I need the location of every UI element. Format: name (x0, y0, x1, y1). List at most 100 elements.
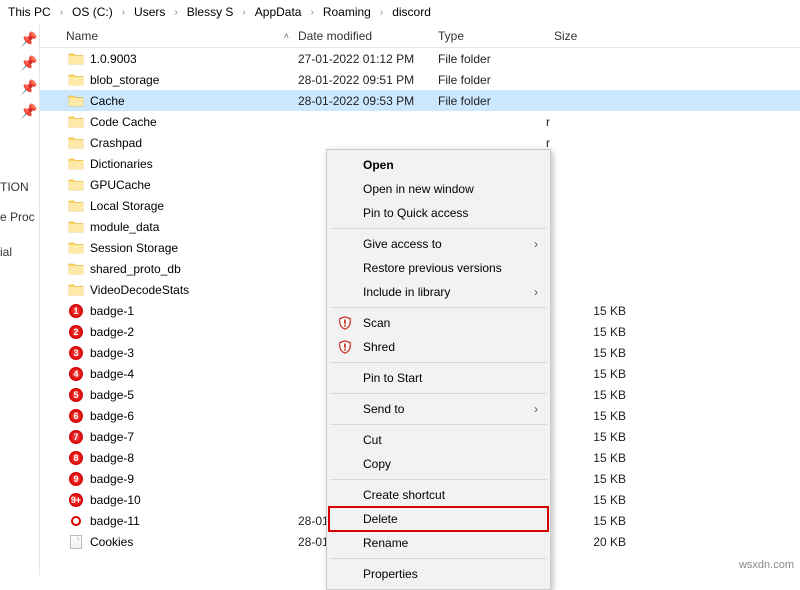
menu-separator (330, 558, 547, 559)
file-name: badge-8 (90, 451, 134, 465)
file-size: 15 KB (554, 304, 634, 318)
badge-icon: 8 (68, 450, 84, 466)
menu-separator (330, 307, 547, 308)
menu-separator (330, 479, 547, 480)
column-headers: Name˄ Date modified Type Size (40, 24, 800, 48)
quick-access-pins: 📌 📌 📌 📌 TION e Proc ial (0, 24, 40, 575)
menu-item-copy[interactable]: Copy (329, 452, 548, 476)
badge-icon: 7 (68, 429, 84, 445)
menu-item-label: Shred (363, 340, 395, 354)
pin-icon[interactable]: 📌 (25, 32, 39, 46)
context-menu: OpenOpen in new window Pin to Quick acces… (326, 149, 551, 590)
menu-item-include-in-library[interactable]: Include in library› (329, 280, 548, 304)
shield-icon (337, 315, 353, 331)
badge-icon: 1 (68, 303, 84, 319)
table-row[interactable]: Cache28-01-2022 09:53 PMFile folder (40, 90, 800, 111)
folder-icon (68, 51, 84, 67)
file-name: badge-11 (90, 514, 140, 528)
badge-icon: 2 (68, 324, 84, 340)
menu-item-open-in-new-window[interactable]: Open in new window (329, 177, 548, 201)
menu-item-label: Pin to Quick access (363, 206, 468, 220)
file-name: Crashpad (90, 136, 142, 150)
file-icon (68, 534, 84, 550)
pin-icon[interactable]: 📌 (25, 56, 39, 70)
table-row[interactable]: 1.0.9003 27-01-2022 01:12 PMFile folder (40, 48, 800, 69)
file-name: badge-1 (90, 304, 134, 318)
folder-icon (68, 93, 84, 109)
table-row[interactable]: Code Cacher (40, 111, 800, 132)
pin-icon[interactable]: 📌 (25, 104, 39, 118)
nav-text-fragment: ial (0, 245, 12, 259)
menu-item-give-access-to[interactable]: Give access to› (329, 232, 548, 256)
file-name: Dictionaries (90, 157, 153, 171)
folder-icon (68, 219, 84, 235)
folder-icon (68, 198, 84, 214)
folder-icon (68, 282, 84, 298)
column-size[interactable]: Size (554, 29, 634, 43)
folder-icon (68, 261, 84, 277)
menu-separator (330, 393, 547, 394)
column-type[interactable]: Type (438, 29, 554, 43)
menu-item-open[interactable]: Open (329, 153, 548, 177)
breadcrumb-segment[interactable]: This PC (6, 5, 53, 19)
chevron-right-icon: › (534, 402, 538, 416)
pin-icon[interactable]: 📌 (25, 80, 39, 94)
menu-item-label: Rename (363, 536, 408, 550)
menu-item-label: Send to (363, 402, 404, 416)
folder-icon (68, 156, 84, 172)
menu-item-cut[interactable]: Cut (329, 428, 548, 452)
file-date: 27-01-2022 01:12 PM (298, 52, 438, 66)
nav-text-fragment: e Proc (0, 210, 35, 224)
menu-item-pin-to-quick-access[interactable]: Pin to Quick access (329, 201, 548, 225)
file-name: blob_storage (90, 73, 159, 87)
badge-icon: 4 (68, 366, 84, 382)
menu-item-properties[interactable]: Properties (329, 562, 548, 586)
menu-item-label: Pin to Start (363, 371, 422, 385)
menu-item-scan[interactable]: Scan (329, 311, 548, 335)
file-type: File folder (438, 52, 554, 66)
chevron-right-icon: › (377, 7, 386, 18)
file-type: r (438, 136, 554, 150)
breadcrumb-segment[interactable]: Users (132, 5, 167, 19)
menu-item-label: Cut (363, 433, 382, 447)
file-name: Cookies (90, 535, 133, 549)
badge-icon: 5 (68, 387, 84, 403)
breadcrumb-segment[interactable]: OS (C:) (70, 5, 115, 19)
badge-icon: 9 (68, 471, 84, 487)
menu-item-restore-previous-versions[interactable]: Restore previous versions (329, 256, 548, 280)
chevron-right-icon: › (534, 237, 538, 251)
folder-icon (68, 72, 84, 88)
chevron-right-icon: › (171, 7, 180, 18)
column-name[interactable]: Name˄ (40, 29, 298, 43)
breadcrumb-segment[interactable]: Blessy S (185, 5, 236, 19)
file-size: 15 KB (554, 409, 634, 423)
shield-icon (337, 339, 353, 355)
file-name: badge-6 (90, 409, 134, 423)
menu-item-send-to[interactable]: Send to › (329, 397, 548, 421)
file-size: 20 KB (554, 535, 634, 549)
breadcrumb[interactable]: This PC›OS (C:)›Users›Blessy S›AppData›R… (0, 0, 800, 24)
menu-item-shred[interactable]: Shred (329, 335, 548, 359)
file-name: badge-5 (90, 388, 134, 402)
table-row[interactable]: blob_storage28-01-2022 09:51 PMFile fold… (40, 69, 800, 90)
file-name: badge-2 (90, 325, 134, 339)
menu-item-delete[interactable]: Delete (329, 507, 548, 531)
column-date[interactable]: Date modified (298, 29, 438, 43)
breadcrumb-segment[interactable]: AppData (253, 5, 304, 19)
breadcrumb-segment[interactable]: Roaming (321, 5, 373, 19)
menu-item-label: Copy (363, 457, 391, 471)
watermark: wsxdn.com (739, 559, 794, 571)
folder-icon (68, 240, 84, 256)
file-name: module_data (90, 220, 159, 234)
file-size: 15 KB (554, 388, 634, 402)
file-list-area: Name˄ Date modified Type Size 1.0.900327… (40, 24, 800, 575)
badge-icon: 9+ (68, 492, 84, 508)
menu-item-label: Properties (363, 567, 418, 581)
menu-item-create-shortcut[interactable]: Create shortcut (329, 483, 548, 507)
breadcrumb-segment[interactable]: discord (390, 5, 433, 19)
file-size: 15 KB (554, 346, 634, 360)
file-size: 15 KB (554, 451, 634, 465)
menu-item-rename[interactable]: Rename (329, 531, 548, 555)
menu-item-pin-to-start[interactable]: Pin to Start (329, 366, 548, 390)
file-name: 1.0.9003 (90, 52, 137, 66)
